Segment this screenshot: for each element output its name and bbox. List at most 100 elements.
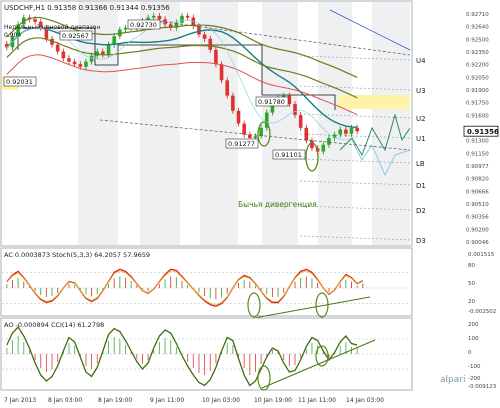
candle-body	[242, 123, 246, 135]
time-tick: 7 Jan 2013	[4, 397, 36, 404]
candle-body	[338, 129, 343, 135]
indicator-2-tick: -100	[468, 364, 481, 370]
candle-body	[151, 15, 156, 18]
price-tick: 0.91150	[466, 151, 489, 157]
indicator-1-axis: 0.001515 80 50 20 -0.002502	[468, 252, 496, 315]
time-tick: 10 Jan 19:00	[254, 397, 292, 404]
time-tick: 10 Jan 03:00	[202, 397, 240, 404]
candle-body	[293, 104, 297, 116]
level-label: U2	[416, 115, 426, 123]
indicator-1-tick: 0.001515	[468, 252, 495, 258]
price-tick: 0.91900	[466, 88, 489, 94]
candle-body	[67, 58, 71, 62]
session-band	[140, 2, 180, 245]
time-tick: 14 Jan 03:00	[346, 397, 384, 404]
indicator-2-axis: 200 100 0 -100 -200 -0.009123	[468, 322, 497, 390]
price-tick: 0.92350	[466, 50, 489, 56]
price-label: 0.91780	[258, 98, 285, 106]
left-note-1: Недельный ценовой диапазон	[4, 24, 100, 31]
price-tick: 0.92710	[466, 12, 489, 18]
candle-body	[310, 140, 314, 149]
time-axis: 7 Jan 2013 8 Jan 03:00 8 Jan 19:00 9 Jan 11…	[4, 397, 384, 404]
current-price: 0.91356	[467, 128, 499, 136]
candle-body	[355, 127, 359, 132]
price-tick: 0.91600	[466, 113, 489, 119]
level-label: LB	[416, 160, 425, 168]
candle-body	[304, 127, 309, 141]
price-label: 0.92031	[6, 78, 33, 86]
candle-body	[55, 44, 60, 52]
price-tick: 0.92640	[466, 25, 489, 31]
candle-body	[202, 34, 207, 39]
price-tick: 0.90666	[466, 189, 489, 195]
candle-body	[253, 136, 258, 138]
indicator-1-tick: 50	[468, 281, 475, 287]
price-tick: 0.90046	[466, 240, 489, 246]
candle-body	[185, 15, 190, 18]
candle-body	[84, 61, 88, 67]
candle-body	[214, 49, 218, 65]
candle-body	[219, 64, 224, 81]
level-label: U4	[416, 57, 426, 65]
indicator-2-tick: 0	[468, 350, 472, 356]
candle-body	[78, 64, 83, 67]
level-label: D2	[416, 207, 426, 215]
candle-body	[321, 144, 326, 152]
price-tick: 0.92050	[466, 75, 489, 81]
candle-body	[225, 80, 230, 96]
session-band	[318, 2, 352, 245]
level-label: U1	[416, 135, 426, 143]
candle-body	[89, 55, 94, 62]
indicator-2-tick: -0.009123	[468, 384, 497, 390]
level-label: D1	[416, 182, 426, 190]
price-label: 0.92730	[130, 21, 157, 29]
price-label: 0.92567	[62, 32, 89, 40]
indicator-2-title: AO -0.000894 CCI(14) 61.2798	[4, 321, 104, 329]
time-tick: 8 Jan 03:00	[48, 397, 82, 404]
candle-body	[231, 95, 235, 111]
price-tick: 0.90200	[466, 227, 489, 233]
price-tick: 0.92200	[466, 63, 489, 69]
usdchf-chart: U4 U3 U2 U1 LB D1 D2 D3 0.92730 0.92567 0.91780 0.…	[0, 0, 499, 404]
level-label: U3	[416, 87, 426, 95]
indicator-1-title: AC 0.0003873 Stoch(5,3,3) 64.2057 57.965…	[4, 251, 150, 259]
candle-body	[72, 61, 77, 65]
price-tick: 0.92500	[466, 37, 489, 43]
candle-body	[298, 115, 303, 128]
price-tick: 0.90977	[466, 164, 489, 170]
candle-body	[61, 51, 66, 59]
chart-title: USDCHF,H1 0.91358 0.91366 0.91344 0.9135…	[4, 4, 170, 12]
candle-body	[349, 127, 354, 134]
indicator-1-tick: -0.002502	[468, 309, 496, 315]
indicator-1-tick: 20	[468, 299, 475, 305]
time-tick: 9 Jan 11:00	[150, 397, 184, 404]
time-tick: 11 Jan 11:00	[298, 397, 336, 404]
price-tick: 0.91300	[466, 139, 489, 145]
resistance-zone	[338, 95, 410, 109]
candle-body	[197, 26, 201, 35]
candle-body	[344, 129, 348, 134]
indicator-1-tick: 80	[468, 263, 475, 269]
candle-body	[248, 134, 252, 138]
alpari-watermark: alpari	[440, 375, 465, 385]
candle-body	[236, 110, 241, 124]
price-tick: 0.90820	[466, 177, 489, 183]
price-tick: 0.90510	[466, 202, 489, 208]
price-tick: 0.90356	[466, 215, 489, 221]
level-label: D3	[416, 237, 426, 245]
candle-body	[106, 44, 111, 55]
candle-body	[259, 127, 263, 137]
candle-body	[327, 137, 331, 145]
divergence-annotation: Бычья дивергенция	[238, 200, 317, 209]
candle-body	[208, 38, 213, 50]
indicator-2-tick: 100	[468, 336, 479, 342]
candle-body	[180, 15, 184, 23]
left-note-2: 0.904	[4, 32, 21, 39]
indicator-2-tick: -200	[468, 376, 481, 382]
price-tick: 0.91750	[466, 101, 489, 107]
price-label: 0.91101	[275, 151, 302, 159]
indicator-2-tick: 200	[468, 322, 479, 328]
price-label: 0.91277	[228, 140, 255, 148]
candle-body	[123, 27, 128, 30]
price-axis: 0.92710 0.92640 0.92500 0.92350 0.92200 0.920…	[463, 12, 499, 246]
